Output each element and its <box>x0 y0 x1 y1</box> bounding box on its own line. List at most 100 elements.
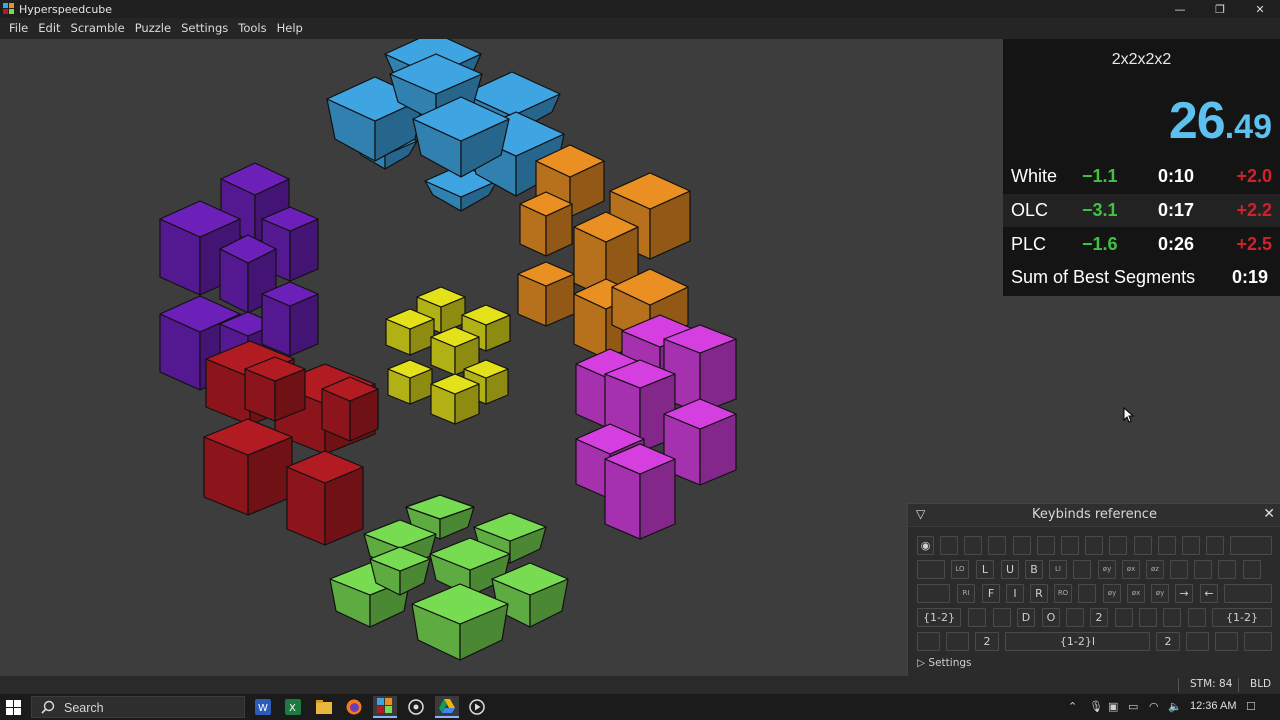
close-window-button[interactable]: ✕ <box>1240 0 1280 18</box>
taskbar-clock[interactable]: 12:36 AM <box>1190 700 1236 712</box>
hyperspeedcube-icon <box>377 698 392 713</box>
menu-help[interactable]: Help <box>272 18 308 39</box>
keybind-key[interactable] <box>1085 536 1104 555</box>
keybind-key[interactable] <box>1157 536 1176 555</box>
keybind-key[interactable] <box>1109 536 1128 555</box>
keybind-key[interactable]: I <box>1006 584 1024 603</box>
menu-settings[interactable]: Settings <box>176 18 233 39</box>
keybind-key[interactable]: U <box>1001 560 1019 579</box>
keybind-key[interactable] <box>1244 632 1272 651</box>
notification-icon[interactable]: ☐ <box>1246 700 1256 713</box>
keybind-key[interactable] <box>940 536 958 555</box>
keybind-key[interactable] <box>1186 632 1209 651</box>
keybind-key[interactable] <box>1163 608 1182 627</box>
keybind-key[interactable]: øx <box>1127 584 1145 603</box>
taskbar: Search W X ⌃ 🎙 ▣ ▭ ◠ 🔈 12:36 AM ☐ <box>0 694 1280 720</box>
keybind-key[interactable]: 2 <box>1090 608 1108 627</box>
menu-file[interactable]: File <box>4 18 33 39</box>
keybind-key[interactable]: O <box>1042 608 1060 627</box>
keybind-key[interactable] <box>1170 560 1188 579</box>
keybind-key[interactable] <box>1036 536 1055 555</box>
keybind-key[interactable]: D <box>1017 608 1035 627</box>
arrow-left-icon[interactable]: ← <box>1200 584 1218 603</box>
keybind-key[interactable] <box>917 632 940 651</box>
keybind-key[interactable]: øz <box>1146 560 1164 579</box>
blindfold-mode-indicator[interactable]: BLD <box>1250 678 1271 690</box>
keybind-key[interactable]: LI <box>1049 560 1067 579</box>
menu-scramble[interactable]: Scramble <box>66 18 130 39</box>
keybind-key[interactable]: B <box>1025 560 1043 579</box>
keybind-key[interactable]: L <box>976 560 994 579</box>
taskbar-obs[interactable] <box>404 696 428 718</box>
keybind-key[interactable]: øy <box>1103 584 1121 603</box>
minimize-icon: — <box>1174 2 1186 16</box>
keybind-key[interactable] <box>1133 536 1152 555</box>
keybind-key[interactable] <box>1061 536 1079 555</box>
keybind-key[interactable] <box>917 584 950 603</box>
keybind-key[interactable]: RO <box>1054 584 1072 603</box>
security-icon[interactable]: ▣ <box>1108 700 1118 713</box>
taskbar-word[interactable]: W <box>251 696 275 718</box>
keybind-key[interactable] <box>1224 584 1272 603</box>
taskbar-search-box[interactable]: Search <box>31 696 245 718</box>
keybind-key[interactable]: {1-2} <box>1212 608 1272 627</box>
timer-seconds: 26 <box>1168 92 1226 150</box>
taskbar-media[interactable] <box>465 696 489 718</box>
taskbar-excel[interactable]: X <box>281 696 305 718</box>
keybind-key[interactable]: RI <box>957 584 975 603</box>
taskbar-firefox[interactable] <box>342 696 366 718</box>
arrow-right-icon[interactable]: → <box>1175 584 1193 603</box>
keybind-key[interactable] <box>1230 536 1272 555</box>
keybind-key[interactable] <box>1012 536 1031 555</box>
menu-edit[interactable]: Edit <box>33 18 65 39</box>
wifi-icon[interactable]: ◠ <box>1149 700 1159 713</box>
keybinds-title: Keybinds reference <box>1032 507 1157 522</box>
keybind-key[interactable] <box>1206 536 1225 555</box>
keybind-key[interactable] <box>917 560 945 579</box>
keybind-key[interactable] <box>1078 584 1096 603</box>
taskbar-file-explorer[interactable] <box>312 696 336 718</box>
keybind-key[interactable]: F <box>982 584 1000 603</box>
keybind-key[interactable]: LO <box>951 560 969 579</box>
menu-puzzle[interactable]: Puzzle <box>130 18 176 39</box>
keybind-key[interactable] <box>1073 560 1091 579</box>
keybind-key[interactable] <box>1182 536 1200 555</box>
keybind-key[interactable]: 2 <box>1156 632 1180 651</box>
keybind-key[interactable] <box>988 536 1007 555</box>
keybind-key[interactable] <box>1115 608 1133 627</box>
keybind-key[interactable] <box>1139 608 1158 627</box>
keybind-key[interactable] <box>993 608 1011 627</box>
keybind-key[interactable]: øy <box>1098 560 1116 579</box>
menu-tools[interactable]: Tools <box>233 18 271 39</box>
spacebar-key[interactable]: {1-2}I <box>1005 632 1150 651</box>
keybind-key[interactable]: øx <box>1122 560 1140 579</box>
keybind-key[interactable]: R <box>1030 584 1048 603</box>
keybinds-settings-toggle[interactable]: ▷ Settings <box>917 657 972 669</box>
keybind-key[interactable]: øy <box>1151 584 1169 603</box>
microphone-icon[interactable]: 🎙 <box>1089 700 1103 713</box>
minimize-button[interactable]: — <box>1160 0 1200 18</box>
puzzle-render[interactable] <box>0 39 1003 676</box>
windows-start-icon[interactable] <box>6 700 21 715</box>
restore-button[interactable]: ❐ <box>1200 0 1240 18</box>
battery-icon[interactable]: ▭ <box>1128 700 1138 713</box>
keybind-key[interactable] <box>1242 560 1261 579</box>
keybind-key[interactable] <box>1066 608 1084 627</box>
svg-text:X: X <box>289 703 296 714</box>
eye-icon[interactable]: ◉ <box>917 536 934 555</box>
volume-icon[interactable]: 🔈 <box>1168 700 1182 713</box>
keybind-key[interactable] <box>946 632 969 651</box>
keybind-key[interactable] <box>964 536 983 555</box>
keybind-key[interactable]: {1-2} <box>917 608 961 627</box>
chevron-up-icon[interactable]: ⌃ <box>1068 700 1077 713</box>
close-icon[interactable]: ✕ <box>1263 506 1275 522</box>
keybind-key[interactable] <box>1187 608 1206 627</box>
close-icon: ✕ <box>1255 2 1265 16</box>
keybind-key[interactable] <box>968 608 986 627</box>
keybind-key[interactable] <box>1218 560 1237 579</box>
keybind-key[interactable]: 2 <box>975 632 999 651</box>
keybind-key[interactable] <box>1215 632 1238 651</box>
taskbar-hyperspeedcube[interactable] <box>373 696 397 718</box>
taskbar-drive[interactable] <box>435 696 459 718</box>
keybind-key[interactable] <box>1194 560 1213 579</box>
